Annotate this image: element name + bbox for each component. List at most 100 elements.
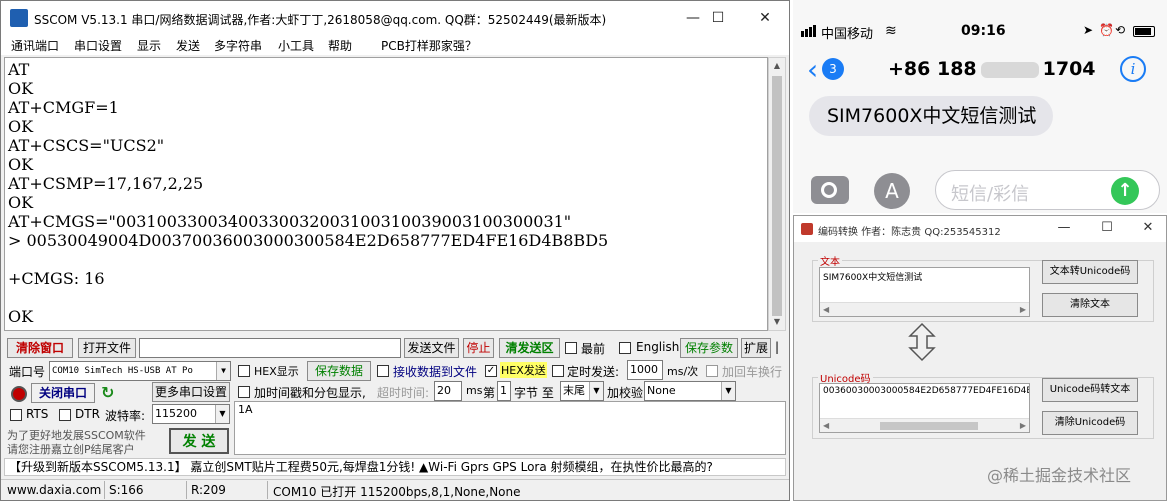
save-params-button[interactable]: 保存参数 xyxy=(680,338,738,358)
text-input[interactable]: SIM7600X中文短信测试 ◀ ▶ xyxy=(819,267,1030,317)
received-count: R:209 xyxy=(191,483,226,497)
expand-button[interactable]: 扩展 xyxy=(741,338,771,358)
send-file-button[interactable]: 发送文件 xyxy=(404,338,459,358)
topmost-checkbox[interactable] xyxy=(565,342,577,354)
location-icon: ➤ xyxy=(1083,23,1094,37)
scroll-up-icon[interactable]: ▲ xyxy=(769,58,785,74)
to-text-button[interactable]: Unicode码转文本 xyxy=(1042,378,1138,402)
encoding-converter-window: 编码转换 作者：陈志贵 QQ:253545312 — ☐ ✕ 文本 SIM760… xyxy=(793,215,1167,501)
save-data-button[interactable]: 保存数据 xyxy=(307,361,371,381)
ms-label: ms xyxy=(466,384,483,397)
sscom-window: SSCOM V5.13.1 串口/网络数据调试器,作者:大虾丁丁,2618058… xyxy=(0,0,790,501)
more-settings-button[interactable]: 更多串口设置 xyxy=(152,382,230,402)
terminal-line: +CMGS: 16 xyxy=(8,269,105,288)
timestamp-checkbox[interactable] xyxy=(238,386,250,398)
english-checkbox[interactable] xyxy=(619,342,631,354)
signal-icon xyxy=(809,27,812,37)
receive-terminal[interactable]: AT OK AT+CMGF=1 OK AT+CSCS="UCS2" OK AT+… xyxy=(4,57,768,331)
sent-count: S:166 xyxy=(109,483,144,497)
website-link[interactable]: www.daxia.com xyxy=(7,483,101,497)
text-hscroll[interactable]: ◀ ▶ xyxy=(820,302,1029,316)
sscom-menubar: 通讯端口 串口设置 显示 发送 多字符串 小工具 帮助 PCB打样那家强？ xyxy=(1,35,789,55)
byte-to-label: 字节 至 xyxy=(514,386,554,400)
send-arrow-icon[interactable]: ↑ xyxy=(1111,177,1139,205)
byte-index-input[interactable]: 1 xyxy=(497,381,511,401)
timeout-input[interactable]: 20 xyxy=(434,381,462,401)
timed-send-label: 定时发送: xyxy=(567,365,620,379)
scroll-left-icon[interactable]: ◀ xyxy=(823,303,829,316)
to-unicode-button[interactable]: 文本转Unicode码 xyxy=(1042,260,1138,284)
hex-display-checkbox[interactable] xyxy=(238,365,250,377)
clear-window-button[interactable]: 清除窗口 xyxy=(7,338,73,358)
chevron-down-icon: ▼ xyxy=(216,362,230,380)
send-textarea[interactable]: 1A xyxy=(234,401,786,455)
back-badge[interactable]: 3 xyxy=(822,58,844,80)
unicode-hscroll[interactable]: ◀ ▶ xyxy=(820,418,1029,432)
terminal-line: AT+CSCS="UCS2" xyxy=(8,136,165,155)
send-button[interactable]: 发 送 xyxy=(169,428,229,454)
menu-display[interactable]: 显示 xyxy=(137,37,161,54)
scroll-left-icon[interactable]: ◀ xyxy=(823,419,829,432)
timed-interval-input[interactable]: 1000 xyxy=(627,360,663,380)
baud-select[interactable]: 115200 ▼ xyxy=(152,404,230,424)
scroll-thumb[interactable] xyxy=(880,422,978,430)
scroll-right-icon[interactable]: ▶ xyxy=(1020,303,1026,316)
menu-send[interactable]: 发送 xyxy=(176,37,200,54)
chevron-down-icon: ▼ xyxy=(589,382,603,400)
message-input[interactable]: 短信/彩信 ↑ xyxy=(935,170,1160,210)
camera-icon[interactable] xyxy=(811,176,849,204)
message-bubble[interactable]: SIM7600X中文短信测试 xyxy=(809,96,1053,136)
clear-send-button[interactable]: 清发送区 xyxy=(499,338,560,358)
checksum-select[interactable]: None ▼ xyxy=(644,381,736,401)
menu-help[interactable]: 帮助 xyxy=(328,37,352,54)
info-icon[interactable]: i xyxy=(1120,56,1146,82)
menu-pcb-ad[interactable]: PCB打样那家强？ xyxy=(381,37,477,54)
open-file-button[interactable]: 打开文件 xyxy=(78,338,136,358)
scroll-thumb[interactable] xyxy=(772,76,782,316)
clear-text-button[interactable]: 清除文本 xyxy=(1042,293,1138,317)
watermark: @稀土掘金技术社区 xyxy=(987,466,1132,485)
port-status-text: COM10 已打开 115200bps,8,1,None,None xyxy=(273,485,521,499)
baud-select-value: 115200 xyxy=(155,407,197,420)
stop-button[interactable]: 停止 xyxy=(463,338,494,358)
menu-multi-string[interactable]: 多字符串 xyxy=(214,37,262,54)
port-select[interactable]: COM10 SimTech HS-USB AT Po ▼ xyxy=(49,361,231,381)
end-select[interactable]: 末尾 ▼ xyxy=(560,381,604,401)
terminal-line: AT+CMGF=1 xyxy=(8,98,119,117)
recv-to-file-checkbox[interactable] xyxy=(377,365,389,377)
close-button[interactable]: ✕ xyxy=(745,7,785,29)
converter-maximize-button[interactable]: ☐ xyxy=(1092,220,1122,235)
carrier-label: 中国移动 xyxy=(821,27,874,42)
terminal-scrollbar[interactable]: ▲ ▼ xyxy=(768,57,786,331)
rotation-lock-icon: ⟲ xyxy=(1115,23,1126,37)
unicode-input[interactable]: 00360030003000584E2D658777ED4FE16D4B8BD5… xyxy=(819,383,1030,433)
hex-send-checkbox[interactable]: ✓ xyxy=(485,365,497,377)
app-store-icon[interactable]: A xyxy=(874,173,910,209)
rts-label: RTS xyxy=(26,407,49,421)
converter-close-button[interactable]: ✕ xyxy=(1133,220,1163,235)
sscom-titlebar: SSCOM V5.13.1 串口/网络数据调试器,作者:大虾丁丁,2618058… xyxy=(1,1,789,35)
scroll-right-icon[interactable]: ▶ xyxy=(1020,419,1026,432)
maximize-button[interactable]: ☐ xyxy=(698,7,738,29)
back-chevron-icon[interactable]: ‹ xyxy=(807,56,818,84)
refresh-icon[interactable]: ↻ xyxy=(101,383,114,402)
converter-minimize-button[interactable]: — xyxy=(1049,220,1079,235)
timed-send-checkbox[interactable] xyxy=(552,365,564,377)
ad-banner[interactable]: 【升级到新版本SSCOM5.13.1】 嘉立创SMT贴片工程费50元,每焊盘1分… xyxy=(4,458,786,476)
menu-port-settings[interactable]: 串口设置 xyxy=(74,37,122,54)
clock: 09:16 xyxy=(961,23,1006,39)
signal-icon xyxy=(801,31,804,37)
terminal-line: OK xyxy=(8,79,34,98)
close-port-button[interactable]: 关闭串口 xyxy=(31,383,95,403)
menu-comm-port[interactable]: 通讯端口 xyxy=(11,37,59,54)
menu-tools[interactable]: 小工具 xyxy=(278,37,314,54)
file-path-input[interactable] xyxy=(139,338,401,358)
terminal-line: OK xyxy=(8,117,34,136)
clear-unicode-button[interactable]: 清除Unicode码 xyxy=(1042,411,1138,435)
dtr-checkbox[interactable] xyxy=(59,409,71,421)
add-newline-checkbox[interactable] xyxy=(706,365,718,377)
rts-checkbox[interactable] xyxy=(10,409,22,421)
port-select-value: COM10 SimTech HS-USB AT Po xyxy=(52,366,193,376)
scroll-down-icon[interactable]: ▼ xyxy=(769,314,785,330)
